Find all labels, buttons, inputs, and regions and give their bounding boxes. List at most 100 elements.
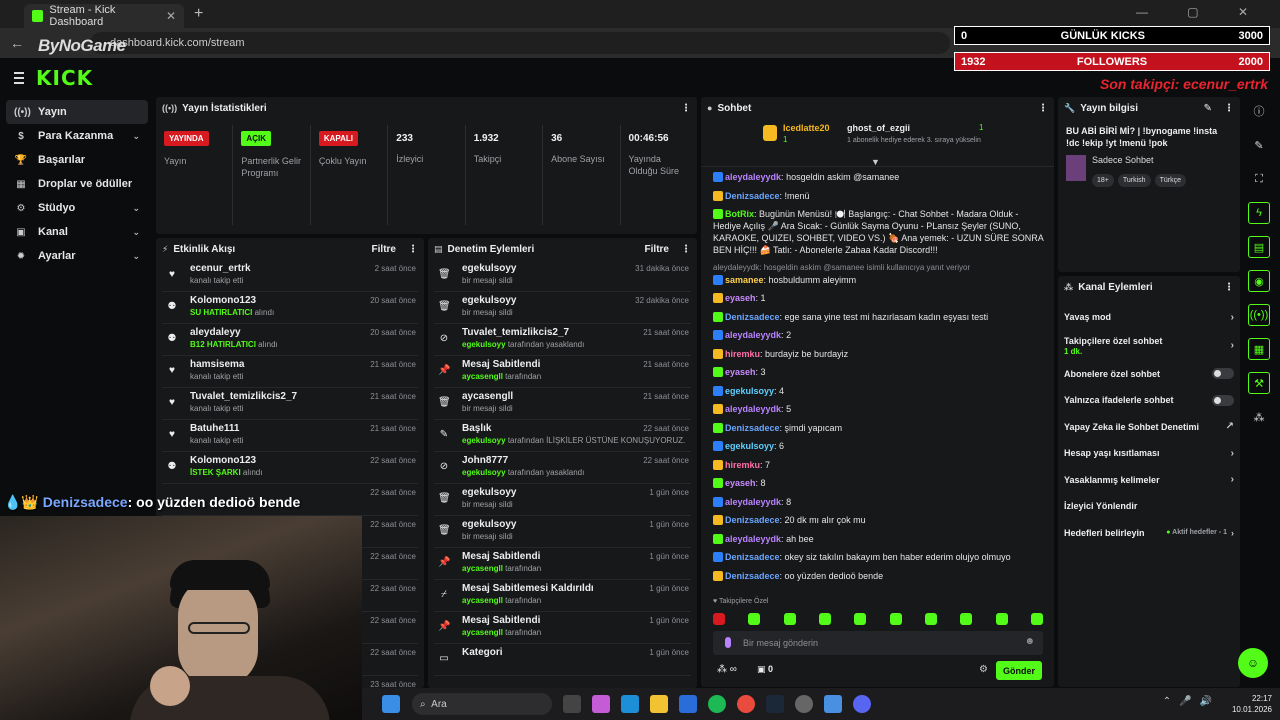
- chat-input[interactable]: Bir mesaj gönderin ☻: [713, 631, 1043, 655]
- window-controls[interactable]: — ▢ ✕: [1136, 5, 1266, 19]
- store-icon[interactable]: [679, 695, 697, 713]
- list-item[interactable]: ⚉ Kolomono123 SU HATIRLATICI alındı 20 saat…: [162, 292, 418, 324]
- points-indicator[interactable]: ⁂ ∞: [717, 664, 737, 675]
- chat-username[interactable]: eyaseh: [725, 367, 756, 377]
- filter-button[interactable]: Filtre: [645, 244, 669, 255]
- chat-username[interactable]: egekulsoyy: [725, 441, 774, 451]
- chat-username[interactable]: egekulsoyy: [725, 386, 774, 396]
- emote-icon[interactable]: [748, 613, 761, 625]
- new-tab-icon[interactable]: +: [194, 5, 203, 23]
- emote-icon[interactable]: [854, 613, 867, 625]
- list-item[interactable]: ✎ Başlık egekulsoyy tarafından İLİŞKİLER Ü…: [434, 420, 691, 452]
- chat-settings-icon[interactable]: ⚙: [979, 664, 988, 675]
- sidebar-item-kanal[interactable]: ▣ Kanal ⌄: [6, 220, 148, 244]
- chat-username[interactable]: samanee: [725, 275, 764, 285]
- chat-username[interactable]: Denizsadece: [725, 571, 780, 581]
- subs-chat-action[interactable]: Abonelere özel sohbet: [1058, 361, 1240, 388]
- list-item[interactable]: ♥ hamsisema kanalı takip etti 21 saat önce: [162, 356, 418, 388]
- chat-username[interactable]: eyaseh: [725, 478, 756, 488]
- app-icon[interactable]: [824, 695, 842, 713]
- list-item[interactable]: 📌 Mesaj Sabitlendi aycasengll tarafından 1 …: [434, 612, 691, 644]
- list-item[interactable]: ▭ Kategori 1 gün önce: [434, 644, 691, 676]
- broadcast-icon[interactable]: ((•)): [1248, 304, 1270, 326]
- list-item[interactable]: ♥ Batuhe111 kanalı takip etti 21 saat önce: [162, 420, 418, 452]
- age-restriction-action[interactable]: Hesap yaşı kısıtlaması ›: [1058, 440, 1240, 467]
- spotify-icon[interactable]: [708, 695, 726, 713]
- sidebar-item-para-kazanma[interactable]: $ Para Kazanma ⌄: [6, 124, 148, 148]
- chat-message[interactable]: Denizsadece: oo yüzden dedioö bende: [713, 570, 1046, 582]
- chat-username[interactable]: aleydaleyydk: [725, 172, 781, 182]
- sidebar-item-droplar[interactable]: ▦ Droplar ve ödüller: [6, 172, 148, 196]
- chat-username[interactable]: aleydaleyydk: [725, 534, 781, 544]
- windows-start-icon[interactable]: [382, 695, 400, 713]
- chat-message[interactable]: samanee: hosbuldumm aleyimm: [713, 274, 1046, 286]
- chat-message[interactable]: egekulsoyy: 4: [713, 385, 1046, 397]
- emote-icon[interactable]: [818, 613, 831, 625]
- more-icon[interactable]: ⋮: [681, 103, 691, 114]
- list-item[interactable]: 🗑 egekulsoyy bir mesajı sildi 1 gün önce: [434, 484, 691, 516]
- chat-message[interactable]: aleydaleyydk: 5: [713, 403, 1046, 415]
- chat-username[interactable]: Denizsadece: [725, 191, 780, 201]
- system-tray[interactable]: ⌃🎤🔊: [1163, 696, 1220, 707]
- chat-message[interactable]: Denizsadece: okey siz takılın bakayım be…: [713, 551, 1046, 563]
- sidebar-item-ayarlar[interactable]: ✹ Ayarlar ⌄: [6, 244, 148, 268]
- sidebar-item-basarilar[interactable]: 🏆 Başarılar: [6, 148, 148, 172]
- kick-logo[interactable]: KICK: [36, 66, 93, 90]
- chat-message[interactable]: aleydaleyydk: ah bee: [713, 533, 1046, 545]
- chrome-icon[interactable]: [737, 695, 755, 713]
- url-field[interactable]: dashboard.kick.com/stream: [90, 32, 950, 54]
- chat-username[interactable]: hiremku: [725, 460, 760, 470]
- redirect-viewers-action[interactable]: İzleyici Yönlendir: [1058, 493, 1240, 520]
- ai-moderation-action[interactable]: Yapay Zeka ile Sohbet Denetimi ↗: [1058, 414, 1240, 441]
- banned-words-action[interactable]: Yasaklanmış kelimeler ›: [1058, 467, 1240, 494]
- list-item[interactable]: 📌 Mesaj Sabitlendi aycasengll tarafından 1 …: [434, 548, 691, 580]
- chat-username[interactable]: Denizsadece: [725, 312, 780, 322]
- chat-icon[interactable]: ◉: [1248, 270, 1270, 292]
- followers-chat-action[interactable]: Takipçilere özel sohbet 1 dk. ›: [1058, 331, 1240, 361]
- chat-username[interactable]: Denizsadece: [725, 552, 780, 562]
- emote-icon[interactable]: [1030, 613, 1043, 625]
- chat-message[interactable]: aleydaleyydk: 8: [713, 496, 1046, 508]
- top-recipient-name[interactable]: ghost_of_ezgii: [847, 123, 910, 133]
- actions-icon[interactable]: ⁂: [1248, 406, 1270, 428]
- gift-indicator[interactable]: ▣ 0: [757, 664, 773, 675]
- top-gifter-name[interactable]: Icedlatte20: [783, 123, 830, 133]
- emote-icon[interactable]: [713, 613, 725, 625]
- wrench-icon[interactable]: ⚒: [1248, 372, 1270, 394]
- emote-icon[interactable]: [889, 613, 902, 625]
- copilot-icon[interactable]: [592, 695, 610, 713]
- chat-message[interactable]: eyaseh: 1: [713, 292, 1046, 304]
- info-icon[interactable]: ⓘ: [1248, 100, 1270, 122]
- list-item[interactable]: ♥ ecenur_ertrk kanalı takip etti 2 saat ön…: [162, 260, 418, 292]
- task-view-icon[interactable]: [563, 695, 581, 713]
- chat-username[interactable]: aleydaleyydk: [725, 330, 781, 340]
- slow-mode-action[interactable]: Yavaş mod ›: [1058, 304, 1240, 331]
- chat-username[interactable]: eyaseh: [725, 293, 756, 303]
- send-button[interactable]: Gönder: [996, 661, 1042, 680]
- chat-message[interactable]: BotRix: Bugünün Menüsü! 🍽️ Başlangıç: - …: [713, 208, 1046, 256]
- more-icon[interactable]: ⋮: [1038, 103, 1048, 114]
- emote-only-toggle[interactable]: [1212, 394, 1234, 406]
- help-button[interactable]: ☺: [1238, 648, 1268, 678]
- more-icon[interactable]: ⋮: [1224, 282, 1234, 293]
- more-icon[interactable]: ⋮: [408, 244, 418, 255]
- goals-action[interactable]: Hedefleri belirleyin ● Aktif hedefler - 1…: [1058, 520, 1240, 547]
- browser-tab[interactable]: Stream - Kick Dashboard ✕: [24, 4, 184, 28]
- chat-message[interactable]: Denizsadece: şimdi yapıcam: [713, 422, 1046, 434]
- chat-username[interactable]: BotRix: [725, 209, 754, 219]
- list-item[interactable]: 📌 Mesaj Sabitlendi aycasengll tarafından 21…: [434, 356, 691, 388]
- clock[interactable]: 22:17 10.01.2026: [1232, 693, 1272, 715]
- chat-username[interactable]: Denizsadece: [725, 515, 780, 525]
- sidebar-item-yayin[interactable]: ((•)) Yayın: [6, 100, 148, 124]
- more-icon[interactable]: ⋮: [681, 244, 691, 255]
- chat-username[interactable]: aleydaleyydk: [725, 404, 781, 414]
- edit-icon[interactable]: ✎: [1204, 103, 1212, 114]
- chat-message[interactable]: Denizsadece: 20 dk mı alır çok mu: [713, 514, 1046, 526]
- list-item[interactable]: 🗑 egekulsoyy bir mesajı sildi 1 gün önce: [434, 516, 691, 548]
- taskbar-search[interactable]: ⌕ Ara: [412, 693, 552, 715]
- back-icon[interactable]: ←: [10, 35, 30, 51]
- chat-username[interactable]: aleydaleyydk: [725, 497, 781, 507]
- edit-icon[interactable]: ✎: [1248, 134, 1270, 156]
- chat-message[interactable]: hiremku: 7: [713, 459, 1046, 471]
- filter-button[interactable]: Filtre: [372, 244, 396, 255]
